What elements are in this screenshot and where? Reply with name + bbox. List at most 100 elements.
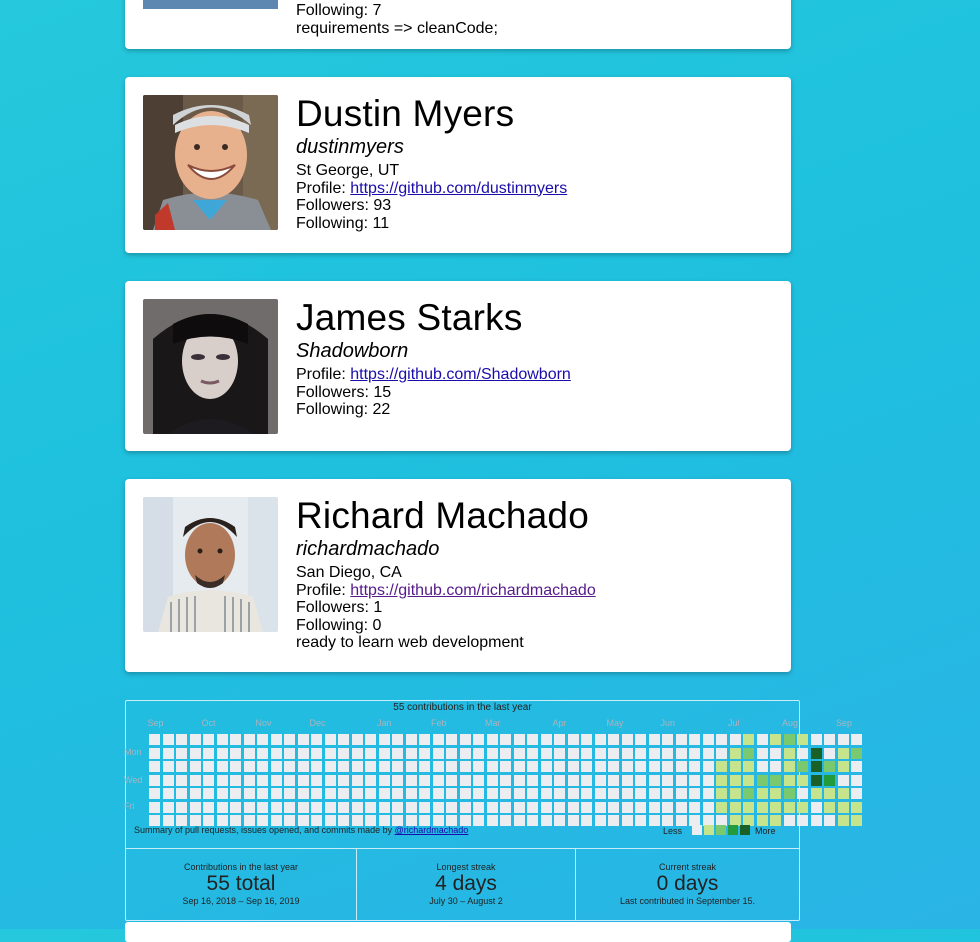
contribution-day-cell <box>513 747 525 759</box>
contribution-day-cell <box>621 747 633 759</box>
contribution-day-cell <box>473 761 484 772</box>
contribution-day-cell <box>324 774 336 786</box>
contribution-day-cell <box>729 734 741 745</box>
contribution-day-cell <box>419 788 430 799</box>
month-label: Sep <box>147 718 164 728</box>
legend-swatch-0 <box>692 825 702 835</box>
contribution-day-cell <box>783 788 795 799</box>
contribution-day-cell <box>351 761 363 772</box>
contribution-day-cell <box>797 801 808 813</box>
user-info: Following: 7 requirements => cleanCode; <box>296 2 781 37</box>
contribution-day-cell <box>365 801 376 813</box>
contribution-day-cell <box>257 734 268 745</box>
contribution-day-cell <box>203 734 214 745</box>
contribution-day-cell <box>284 761 295 772</box>
contribution-day-cell <box>513 801 525 813</box>
contribution-day-cell <box>311 747 322 759</box>
contribution-day-cell <box>648 801 660 813</box>
contribution-day-cell <box>189 801 201 813</box>
contribution-day-cell <box>351 788 363 799</box>
contribution-day-cell <box>189 774 201 786</box>
legend-swatch-1 <box>704 825 714 835</box>
stat-label: Longest streak <box>436 862 496 872</box>
contribution-day-cell <box>162 747 174 759</box>
contribution-day-cell <box>297 788 309 799</box>
contribution-day-cell <box>756 788 768 799</box>
contribution-day-cell <box>824 788 835 799</box>
contribution-day-cell <box>621 734 633 745</box>
summary-user-link[interactable]: @richardmachado <box>395 825 469 835</box>
stat-label: Contributions in the last year <box>183 862 299 872</box>
contribution-day-cell <box>824 815 835 826</box>
contribution-day-cell <box>149 788 160 799</box>
contribution-day-cell <box>405 734 417 745</box>
contribution-day-cell <box>365 747 376 759</box>
contribution-day-cell <box>297 734 309 745</box>
user-name: James Starks <box>296 297 523 338</box>
contribution-day-cell <box>203 761 214 772</box>
contribution-day-cell <box>270 734 282 745</box>
contribution-day-cell <box>162 774 174 786</box>
user-name: Richard Machado <box>296 495 589 536</box>
avatar <box>143 497 278 632</box>
contribution-day-cell <box>702 801 714 813</box>
contribution-day-cell <box>270 774 282 786</box>
contribution-day-cell <box>702 734 714 745</box>
contribution-day-cell <box>540 815 552 826</box>
contribution-day-cell <box>324 788 336 799</box>
contribution-day-cell <box>473 774 484 786</box>
contribution-day-cell <box>581 815 592 826</box>
contribution-day-cell <box>338 774 349 786</box>
contribution-day-cell <box>729 761 741 772</box>
stat-longest-streak: Longest streak 4 days July 30 – August 2 <box>356 849 575 920</box>
contribution-day-cell <box>662 734 673 745</box>
contribution-day-cell <box>324 761 336 772</box>
legend-swatch-2 <box>716 825 726 835</box>
contribution-day-cell <box>635 747 646 759</box>
contribution-day-cell <box>405 747 417 759</box>
contribution-day-cell <box>446 734 457 745</box>
contribution-day-cell <box>527 747 538 759</box>
contribution-day-cell <box>500 761 511 772</box>
contribution-day-cell <box>608 815 619 826</box>
contribution-day-cell <box>176 788 187 799</box>
contribution-day-cell <box>675 734 687 745</box>
contribution-day-cell <box>581 734 592 745</box>
contribution-day-cell <box>378 761 390 772</box>
contribution-day-cell <box>567 761 579 772</box>
contribution-day-cell <box>203 747 214 759</box>
profile-link[interactable]: https://github.com/Shadowborn <box>350 366 571 383</box>
contribution-day-cell <box>392 761 403 772</box>
contribution-day-cell <box>554 734 565 745</box>
contribution-day-cell <box>837 734 849 745</box>
contribution-day-cell <box>527 761 538 772</box>
contribution-day-cell <box>581 788 592 799</box>
contribution-day-cell <box>392 801 403 813</box>
contribution-day-cell <box>851 734 862 745</box>
contribution-day-cell <box>837 774 849 786</box>
contribution-day-cell <box>621 815 633 826</box>
month-label: May <box>606 718 624 728</box>
contribution-day-cell <box>378 747 390 759</box>
contribution-day-cell <box>459 788 471 799</box>
profile-line: Profile: https://github.com/richardmacha… <box>296 582 781 600</box>
contribution-day-cell <box>459 801 471 813</box>
contribution-day-cell <box>189 747 201 759</box>
contribution-day-cell <box>446 801 457 813</box>
contribution-day-cell <box>594 747 606 759</box>
stat-label: Current streak <box>658 862 717 872</box>
profile-link[interactable]: https://github.com/richardmachado <box>350 582 595 599</box>
contribution-day-cell <box>716 788 727 799</box>
contribution-day-cell <box>176 761 187 772</box>
contribution-day-cell <box>459 761 471 772</box>
contribution-day-cell <box>621 788 633 799</box>
user-name: Dustin Myers <box>296 93 515 134</box>
stat-range: July 30 – August 2 <box>429 896 503 906</box>
contribution-day-cell <box>405 761 417 772</box>
contribution-day-cell <box>581 747 592 759</box>
month-label: Nov <box>255 718 272 728</box>
contribution-day-cell <box>648 815 660 826</box>
contribution-day-cell <box>405 788 417 799</box>
profile-link[interactable]: https://github.com/dustinmyers <box>350 180 567 197</box>
contribution-day-cell <box>689 788 700 799</box>
